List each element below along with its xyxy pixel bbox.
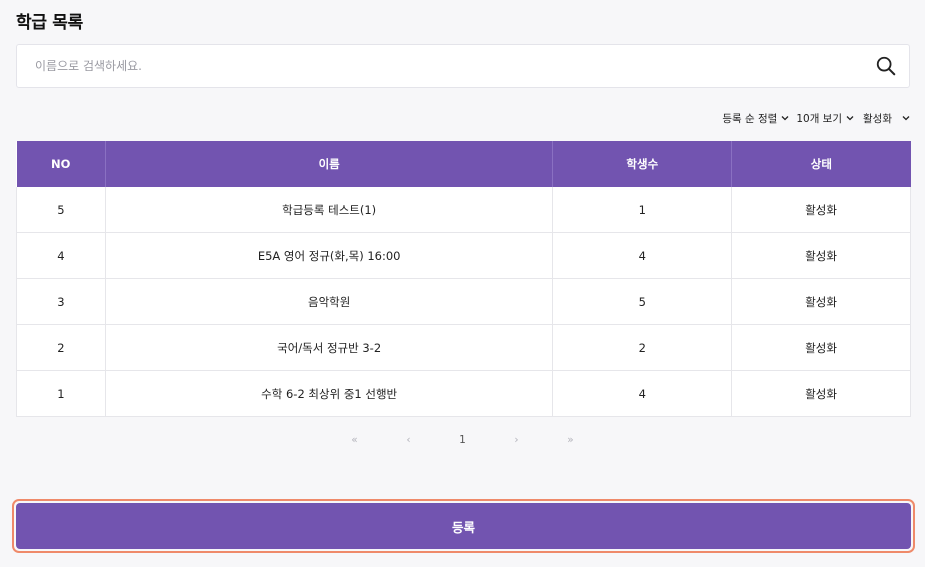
cell-no: 5 bbox=[16, 187, 106, 233]
table-row[interactable]: 4 E5A 영어 정규(화,목) 16:00 4 활성화 bbox=[16, 232, 911, 279]
page-size-dropdown[interactable]: 10개 보기 bbox=[796, 111, 855, 126]
cell-no: 4 bbox=[16, 232, 106, 279]
cell-status: 활성화 bbox=[731, 232, 911, 279]
cell-name: 음악학원 bbox=[105, 278, 554, 325]
search-icon[interactable] bbox=[875, 55, 897, 77]
prev-page-button[interactable]: ‹ bbox=[382, 434, 436, 446]
last-page-button[interactable]: » bbox=[544, 434, 598, 446]
table-row[interactable]: 5 학급등록 테스트(1) 1 활성화 bbox=[16, 187, 911, 233]
cell-name: 수학 6-2 최상위 중1 선행반 bbox=[105, 370, 554, 417]
column-header-no: NO bbox=[16, 141, 106, 187]
cell-students: 1 bbox=[552, 187, 733, 233]
column-header-name: 이름 bbox=[105, 141, 554, 187]
cell-students: 4 bbox=[552, 370, 733, 417]
page-number-current[interactable]: 1 bbox=[436, 434, 490, 446]
search-bar bbox=[16, 44, 910, 88]
register-button-focus-ring: 등록 bbox=[12, 499, 915, 553]
table-row[interactable]: 3 음악학원 5 활성화 bbox=[16, 278, 911, 325]
status-filter-dropdown-label: 활성화 bbox=[863, 112, 892, 125]
sort-dropdown-label: 등록 순 정렬 bbox=[722, 112, 778, 125]
cell-students: 5 bbox=[552, 278, 733, 325]
cell-students: 4 bbox=[552, 232, 733, 279]
chevron-down-icon bbox=[902, 116, 910, 121]
class-table: NO 이름 학생수 상태 5 학급등록 테스트(1) 1 활성화 4 E5A 영… bbox=[16, 141, 911, 417]
cell-no: 3 bbox=[16, 278, 106, 325]
first-page-button[interactable]: « bbox=[328, 434, 382, 446]
status-filter-dropdown[interactable]: 활성화 bbox=[863, 111, 911, 126]
cell-name: 국어/독서 정규반 3-2 bbox=[105, 324, 554, 371]
chevron-down-icon bbox=[846, 116, 854, 121]
page-title: 학급 목록 bbox=[16, 13, 83, 33]
sort-dropdown[interactable]: 등록 순 정렬 bbox=[722, 111, 790, 126]
chevron-down-icon bbox=[781, 116, 789, 121]
pagination: « ‹ 1 › » bbox=[0, 432, 925, 448]
page-size-dropdown-label: 10개 보기 bbox=[796, 112, 843, 125]
next-page-button[interactable]: › bbox=[490, 434, 544, 446]
cell-name: E5A 영어 정규(화,목) 16:00 bbox=[105, 232, 554, 279]
list-toolbar: 등록 순 정렬 10개 보기 활성화 bbox=[722, 110, 911, 126]
cell-status: 활성화 bbox=[731, 187, 911, 233]
table-row[interactable]: 1 수학 6-2 최상위 중1 선행반 4 활성화 bbox=[16, 370, 911, 417]
cell-status: 활성화 bbox=[731, 278, 911, 325]
column-header-status: 상태 bbox=[731, 141, 911, 187]
search-input[interactable] bbox=[17, 45, 857, 87]
cell-students: 2 bbox=[552, 324, 733, 371]
table-header-row: NO 이름 학생수 상태 bbox=[16, 141, 911, 187]
column-header-students: 학생수 bbox=[552, 141, 733, 187]
table-row[interactable]: 2 국어/독서 정규반 3-2 2 활성화 bbox=[16, 324, 911, 371]
cell-name: 학급등록 테스트(1) bbox=[105, 187, 554, 233]
cell-no: 1 bbox=[16, 370, 106, 417]
cell-no: 2 bbox=[16, 324, 106, 371]
register-button[interactable]: 등록 bbox=[16, 503, 911, 549]
cell-status: 활성화 bbox=[731, 370, 911, 417]
cell-status: 활성화 bbox=[731, 324, 911, 371]
